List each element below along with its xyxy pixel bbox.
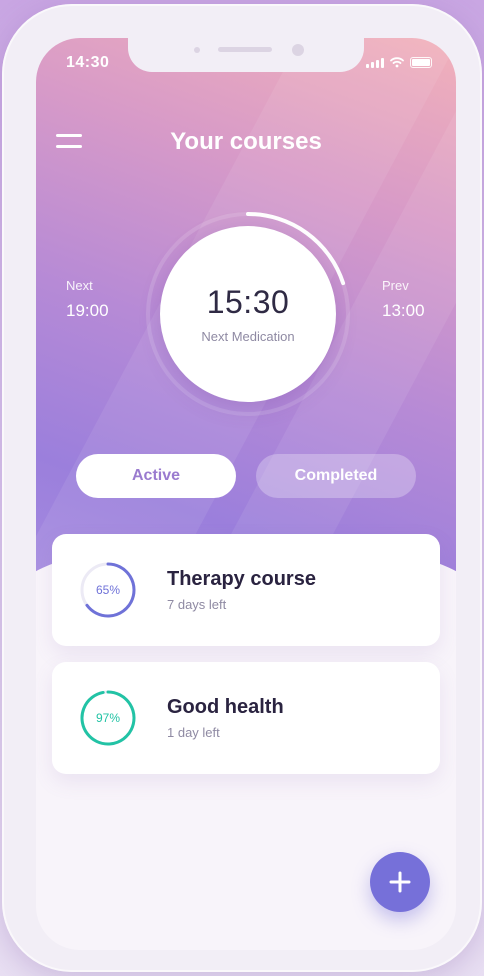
course-percent: 97%: [95, 711, 121, 725]
page-title: Your courses: [170, 128, 322, 155]
course-title: Therapy course: [167, 568, 316, 590]
plus-icon: [389, 871, 411, 893]
next-label: Next: [66, 278, 93, 293]
wifi-icon: [390, 57, 404, 68]
phone-frame: 14:30 Your courses Next 19:00 Prev 13:00: [2, 4, 482, 972]
next-time: 19:00: [66, 301, 109, 320]
front-camera: [292, 44, 304, 56]
course-card[interactable]: 97% Good health 1 day left: [52, 662, 440, 774]
tab-completed[interactable]: Completed: [256, 454, 416, 498]
device-notch: [128, 38, 364, 72]
next-dose-block: Next 19:00: [66, 278, 109, 321]
prev-time: 13:00: [382, 301, 425, 320]
app-screen: 14:30 Your courses Next 19:00 Prev 13:00: [36, 38, 456, 950]
course-title: Good health: [167, 696, 284, 718]
course-subtitle: 7 days left: [167, 597, 227, 612]
add-course-button[interactable]: [370, 852, 430, 912]
timer-center: 15:30 Next Medication: [160, 226, 336, 402]
signal-icon: [366, 58, 384, 68]
prev-dose-block: Prev 13:00: [382, 278, 425, 321]
next-medication-time: 15:30: [206, 284, 290, 320]
sensor-dot: [194, 47, 200, 53]
course-percent: 65%: [95, 583, 121, 597]
status-time: 14:30: [66, 54, 110, 71]
course-subtitle: 1 day left: [167, 725, 220, 740]
medication-timer: 15:30 Next Medication: [144, 210, 352, 418]
speaker-grille: [218, 47, 272, 52]
course-card[interactable]: 65% Therapy course 7 days left: [52, 534, 440, 646]
battery-icon: [410, 57, 432, 68]
next-medication-label: Next Medication: [201, 329, 295, 344]
prev-label: Prev: [382, 278, 409, 293]
status-icons: [366, 56, 432, 68]
tab-active[interactable]: Active: [76, 454, 236, 498]
